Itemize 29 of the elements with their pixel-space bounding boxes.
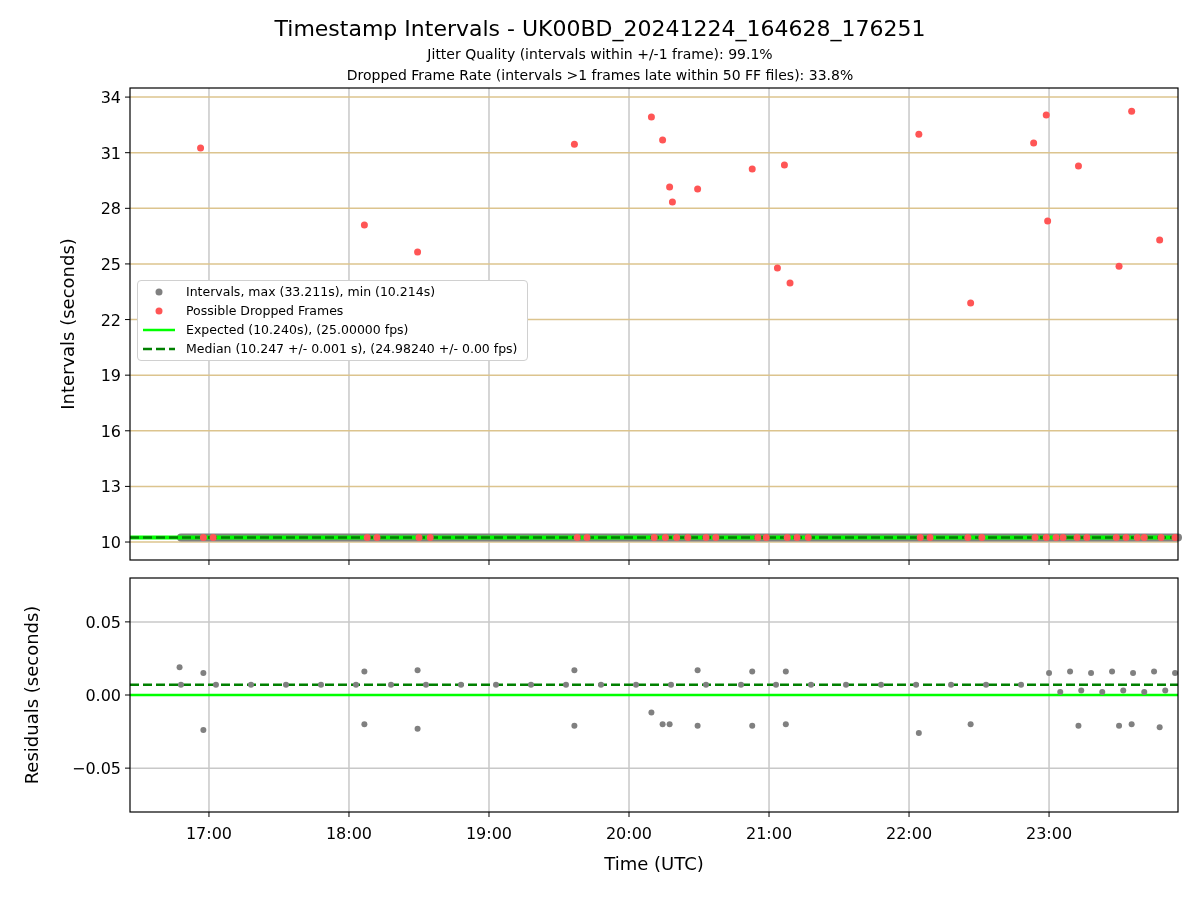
tick-label: 34 — [100, 88, 121, 108]
tick-label: 19 — [100, 366, 121, 386]
tick-label: −0.05 — [71, 759, 121, 779]
axis-label: Residuals (seconds) — [21, 605, 42, 785]
legend-label: Intervals, max (33.211s), min (10.214s) — [186, 284, 436, 300]
tick-label: 16 — [100, 421, 121, 441]
tick-label: 21:00 — [745, 824, 793, 843]
tick-label: 22:00 — [886, 824, 933, 843]
axis-label: Time (UTC) — [604, 853, 704, 874]
tick-label: 13 — [100, 477, 121, 497]
legend-label: Expected (10.240s), (25.00000 fps) — [186, 322, 409, 338]
tick-label: 22 — [100, 310, 121, 330]
tick-label: 17:00 — [185, 824, 232, 843]
legend-label: Median (10.247 +/- 0.001 s), (24.98240 +/- 0.00 fps) — [186, 341, 518, 357]
tick-label: 0.00 — [85, 686, 121, 705]
chart-subtitle: Jitter Quality (intervals within +/-1 frame): 99.1% — [427, 45, 773, 64]
tick-label: 0.05 — [85, 612, 121, 632]
tick-label: 23:00 — [1026, 824, 1073, 843]
axis-label: Intervals (seconds) — [57, 238, 78, 410]
tick-label: 20:00 — [605, 824, 653, 843]
tick-label: 31 — [100, 143, 121, 163]
tick-label: 25 — [100, 254, 121, 274]
chart-title: Timestamp Intervals - UK00BD_20241224_164628_176251 — [274, 15, 926, 44]
tick-label: 10 — [100, 533, 121, 552]
tick-label: 19:00 — [465, 824, 513, 843]
tick-label: 18:00 — [325, 824, 373, 843]
legend-label: Possible Dropped Frames — [186, 303, 344, 319]
tick-label: 28 — [100, 199, 121, 219]
chart-subtitle: Dropped Frame Rate (intervals >1 frames late within 50 FF files): 33.8% — [346, 66, 854, 85]
